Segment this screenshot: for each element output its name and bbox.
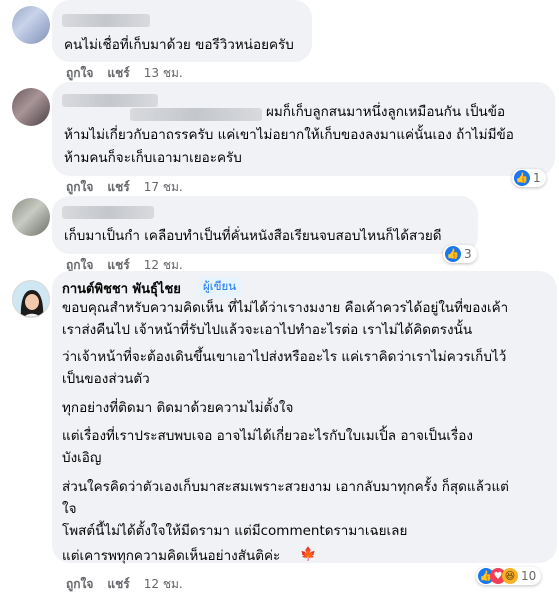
- comment-text: ห้ามไม่เกี่ยวกับอาถรรครับ แค่เขาไม่อยากใ…: [64, 127, 514, 143]
- like-link[interactable]: ถูกใจ: [66, 64, 93, 83]
- commenter-name-redacted: [130, 108, 262, 121]
- author-name[interactable]: กานต์พิชชา พันธุ์ไชย: [62, 278, 181, 299]
- like-link[interactable]: ถูกใจ: [66, 575, 93, 594]
- comment-text: แต่เคารพทุกความคิดเห็นอย่างสันติค่ะ: [62, 548, 281, 564]
- commenter-name-redacted: [62, 206, 154, 219]
- timestamp[interactable]: 17 ชม.: [144, 178, 183, 197]
- commenter-name-redacted: [62, 14, 150, 27]
- comment-text: เก็บมาเป็นกำ เคลือบทำเป็นที่คั่นหนังสือเ…: [64, 228, 442, 244]
- comment-text: ทุกอย่างที่ติดมา ติดมาด้วยความไม่ตั้งใจ: [62, 400, 294, 416]
- author-badge: ผู้เขียน: [198, 277, 242, 297]
- share-link[interactable]: แชร์: [107, 64, 129, 83]
- like-icon: 👍: [445, 246, 461, 262]
- comment-text: ขอบคุณสำหรับความคิดเห็น ที่ไม่ได้ว่าเราง…: [62, 300, 509, 316]
- reaction-summary[interactable]: 👍 1: [512, 169, 546, 187]
- avatar[interactable]: [12, 6, 50, 44]
- comment-text: ใจ: [62, 501, 77, 517]
- comment-text: แต่เรื่องที่เราประสบพบเจอ อาจไม่ได้เกี่ย…: [62, 428, 473, 444]
- reaction-summary[interactable]: 👍 3: [443, 245, 477, 263]
- reaction-summary[interactable]: 👍 ♥ 😆 10: [476, 567, 542, 585]
- share-link[interactable]: แชร์: [107, 575, 129, 594]
- comment-text: ส่วนใครคิดว่าตัวเองเก็บมาสะสมเพราะสวยงาม…: [62, 479, 509, 495]
- comment-text: เป็นของส่วนตัว: [62, 371, 150, 387]
- comment-text: โพสต์นี้ไม่ได้ตั้งใจให้มีดรามา แต่มีcomm…: [62, 523, 408, 539]
- timestamp[interactable]: 13 ชม.: [144, 64, 183, 83]
- haha-icon: 😆: [502, 568, 518, 584]
- comment-text: คนไม่เชื่อที่เก็บมาด้วย ขอรีวิวหน่อยครับ: [64, 37, 294, 53]
- person-icon: [20, 290, 44, 317]
- comment-text: ว่าเจ้าหน้าที่จะต้องเดินขึ้นเขาเอาไปส่งห…: [62, 349, 507, 365]
- avatar[interactable]: [12, 198, 50, 236]
- share-link[interactable]: แชร์: [107, 178, 129, 197]
- comment-actions: ถูกใจ แชร์ 17 ชม.: [66, 178, 183, 197]
- like-icon: 👍: [514, 170, 530, 186]
- reaction-count: 10: [521, 569, 537, 583]
- comment-actions: ถูกใจ แชร์ 12 ชม.: [66, 575, 183, 594]
- comment-actions: ถูกใจ แชร์ 13 ชม.: [66, 64, 183, 83]
- comment-text: ห้ามคนก็จะเก็บเอามาเยอะครับ: [64, 150, 242, 166]
- maple-leaf-icon: 🍁: [300, 547, 317, 562]
- reaction-count: 1: [533, 171, 541, 185]
- timestamp[interactable]: 12 ชม.: [144, 575, 183, 594]
- comment-text: บังเอิญ: [62, 450, 102, 466]
- author-avatar[interactable]: [12, 280, 50, 318]
- commenter-name-redacted: [62, 94, 158, 107]
- avatar[interactable]: [12, 88, 50, 126]
- reaction-count: 3: [464, 247, 472, 261]
- comment-text: ผมก็เก็บลูกสนมาหนึ่งลูกเหมือนกัน เป็นข้อ: [266, 104, 506, 120]
- like-link[interactable]: ถูกใจ: [66, 178, 93, 197]
- comment-text: เราส่งคืนไป เจ้าหน้าที่รับไปแล้วจะเอาไปท…: [62, 322, 473, 338]
